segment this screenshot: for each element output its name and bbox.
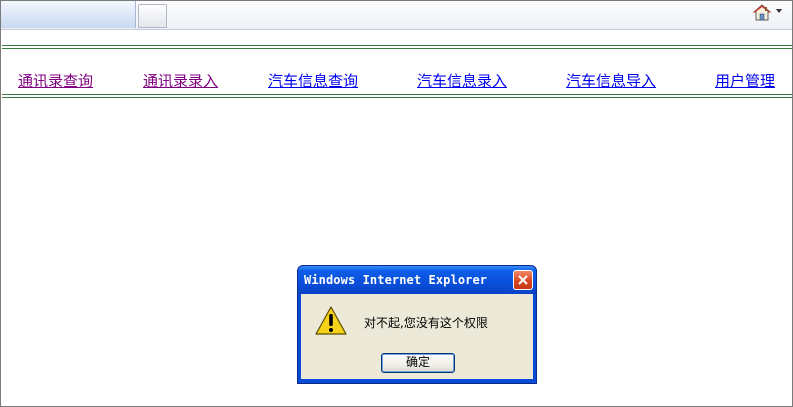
nav-rule-top-inner bbox=[2, 48, 792, 49]
nav-link-contacts-query[interactable]: 通讯录查询 bbox=[18, 72, 93, 90]
close-icon[interactable] bbox=[513, 270, 533, 290]
nav-link-contacts-entry[interactable]: 通讯录录入 bbox=[143, 72, 218, 90]
warning-icon bbox=[315, 306, 347, 340]
dialog-title: Windows Internet Explorer bbox=[304, 273, 488, 287]
home-icon[interactable] bbox=[752, 3, 772, 23]
tab-strip bbox=[1, 1, 792, 30]
nav-link-user-management[interactable]: 用户管理 bbox=[715, 72, 775, 90]
nav-link-vehicle-import[interactable]: 汽车信息导入 bbox=[566, 72, 656, 90]
ok-button[interactable]: 确定 bbox=[381, 353, 455, 373]
dialog-body: 对不起,您没有这个权限 确定 bbox=[301, 294, 533, 379]
new-tab-button[interactable] bbox=[138, 4, 167, 28]
nav-rule-bottom-inner bbox=[2, 97, 792, 98]
dialog-message: 对不起,您没有这个权限 bbox=[364, 316, 488, 330]
nav-link-vehicle-entry[interactable]: 汽车信息录入 bbox=[417, 72, 507, 90]
active-tab[interactable] bbox=[1, 1, 136, 28]
nav-rule-top bbox=[2, 45, 792, 46]
nav-link-vehicle-query[interactable]: 汽车信息查询 bbox=[268, 72, 358, 90]
alert-dialog: Windows Internet Explorer 对不起,您没有这个权限 确定 bbox=[297, 265, 537, 384]
dialog-titlebar[interactable]: Windows Internet Explorer bbox=[298, 266, 536, 294]
home-dropdown-icon[interactable] bbox=[776, 9, 782, 13]
nav-rule-bottom bbox=[2, 94, 792, 95]
